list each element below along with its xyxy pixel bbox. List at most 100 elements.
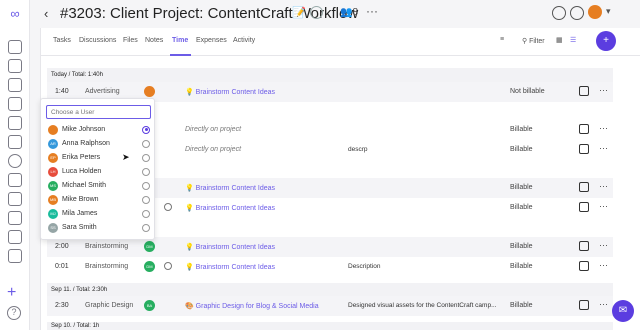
row-task[interactable]: 💡 Brainstorm Content Ideas xyxy=(185,184,275,192)
user-option[interactable]: MB Mike Brown xyxy=(46,193,151,207)
row-task[interactable]: 💡 Brainstorm Content Ideas xyxy=(185,263,275,271)
calendar-icon[interactable] xyxy=(579,144,589,154)
chat-icon[interactable]: ✉ xyxy=(612,300,634,322)
goals-icon[interactable] xyxy=(8,154,22,168)
app-logo-icon[interactable]: ∞ xyxy=(6,6,24,21)
more-icon[interactable]: ··· xyxy=(599,201,608,211)
row-task[interactable]: Directly on project xyxy=(185,146,241,153)
group-by-icon[interactable]: ≡ xyxy=(500,36,504,43)
avatar: SS xyxy=(48,223,58,233)
title-emoji: 📝 xyxy=(292,7,306,19)
calendar-icon[interactable] xyxy=(579,300,589,310)
avatar[interactable] xyxy=(588,5,602,19)
grid-view-icon[interactable]: ▦ xyxy=(556,36,563,44)
row-billable: Billable xyxy=(510,184,533,191)
radio-selected[interactable] xyxy=(142,125,150,134)
clipboard-icon[interactable] xyxy=(8,211,22,225)
reports-icon[interactable] xyxy=(8,135,22,149)
row-billable: Billable xyxy=(510,302,533,309)
row-duration: 0:01 xyxy=(55,263,69,270)
search-icon[interactable] xyxy=(570,6,584,20)
add-time-button[interactable]: + xyxy=(596,31,616,51)
tasks-icon[interactable] xyxy=(8,78,22,92)
row-description: descrp xyxy=(348,146,368,153)
more-icon[interactable]: ··· xyxy=(599,143,608,153)
user-option[interactable]: SS Sara Smith xyxy=(46,221,151,235)
calendar-icon[interactable] xyxy=(579,202,589,212)
radio[interactable] xyxy=(142,209,150,218)
user-search-input[interactable] xyxy=(46,105,151,119)
more-icon[interactable]: ··· xyxy=(599,85,608,95)
row-task[interactable]: 💡 Brainstorm Content Ideas xyxy=(185,204,275,212)
row-billable: Not billable xyxy=(510,88,545,95)
radio[interactable] xyxy=(142,167,150,176)
row-task[interactable]: 💡 Brainstorm Content Ideas xyxy=(185,243,275,251)
dashboard-icon[interactable] xyxy=(8,40,22,54)
table-row[interactable]: 2:00 Brainstorming DM 💡 Brainstorm Conte… xyxy=(47,237,613,257)
user-option[interactable]: MJ Mila James xyxy=(46,207,151,221)
tab-time[interactable]: Time xyxy=(172,37,188,44)
table-row[interactable]: 2:30 Graphic Design BA 🎨 Graphic Design … xyxy=(47,296,613,316)
add-icon[interactable]: + xyxy=(7,285,16,301)
timer-icon xyxy=(164,262,172,270)
calendar-nav-icon[interactable] xyxy=(8,97,22,111)
back-icon[interactable]: ‹ xyxy=(44,6,48,21)
tab-activity[interactable]: Activity xyxy=(233,37,255,44)
timer-icon[interactable] xyxy=(552,6,566,20)
calendar-icon[interactable] xyxy=(579,241,589,251)
user-option[interactable]: AR Anna Ralphson xyxy=(46,137,151,151)
row-activity: Brainstorming xyxy=(85,263,129,270)
calendar-icon[interactable] xyxy=(579,182,589,192)
user-option[interactable]: MS Michael Smith xyxy=(46,179,151,193)
filter-button[interactable]: ⚲ Filter xyxy=(522,37,545,45)
radio[interactable] xyxy=(142,223,150,232)
calendar-icon[interactable] xyxy=(579,86,589,96)
more-icon[interactable]: ··· xyxy=(599,240,608,250)
calendar-icon[interactable] xyxy=(579,124,589,134)
more-icon[interactable]: ··· xyxy=(599,123,608,133)
time-icon[interactable] xyxy=(8,192,22,206)
layers-icon[interactable] xyxy=(8,173,22,187)
task-label: Brainstorm Content Ideas xyxy=(195,264,276,271)
more-icon[interactable]: ··· xyxy=(599,260,608,270)
invoice-icon[interactable] xyxy=(8,230,22,244)
chevron-down-icon[interactable]: ▾ xyxy=(606,6,611,17)
row-billable: Billable xyxy=(510,204,533,211)
more-icon[interactable]: ··· xyxy=(599,181,608,191)
user-option[interactable]: Mike Johnson xyxy=(46,123,151,137)
help-icon[interactable]: ? xyxy=(7,306,21,320)
radio[interactable] xyxy=(142,139,150,148)
tab-files[interactable]: Files xyxy=(123,37,138,44)
more-icon[interactable]: ··· xyxy=(366,4,378,18)
people-icon[interactable] xyxy=(8,116,22,130)
mouse-cursor-icon: ➤ xyxy=(122,152,130,162)
row-task[interactable]: 💡 Brainstorm Content Ideas xyxy=(185,88,275,96)
radio[interactable] xyxy=(142,195,150,204)
avatar: EP xyxy=(48,153,58,163)
more-icon[interactable]: ··· xyxy=(599,299,608,309)
list-view-icon[interactable]: ☰ xyxy=(570,36,576,44)
trash-icon[interactable] xyxy=(8,249,22,263)
row-activity: Advertising xyxy=(85,88,120,95)
row-billable: Billable xyxy=(510,126,533,133)
row-task[interactable]: Directly on project xyxy=(185,126,241,133)
tab-tasks[interactable]: Tasks xyxy=(53,37,71,44)
row-billable: Billable xyxy=(510,146,533,153)
avatar: LH xyxy=(48,167,58,177)
tab-expenses[interactable]: Expenses xyxy=(196,37,227,44)
task-emoji: 💡 xyxy=(185,89,194,96)
user-option[interactable]: LH Luca Holden xyxy=(46,165,151,179)
user-option[interactable]: EP Erika Peters xyxy=(46,151,151,165)
radio[interactable] xyxy=(142,153,150,162)
members-count[interactable]: 👥8 xyxy=(340,7,358,18)
table-row[interactable]: 0:01 Brainstorming DM 💡 Brainstorm Conte… xyxy=(47,257,613,277)
task-label: Brainstorm Content Ideas xyxy=(195,185,276,192)
radio[interactable] xyxy=(142,181,150,190)
status-icon[interactable] xyxy=(310,6,323,19)
avatar: MS xyxy=(48,181,58,191)
calendar-icon[interactable] xyxy=(579,261,589,271)
projects-icon[interactable] xyxy=(8,59,22,73)
tab-discussions[interactable]: Discussions xyxy=(79,37,116,44)
tab-notes[interactable]: Notes xyxy=(145,37,163,44)
row-task[interactable]: 🎨 Graphic Design for Blog & Social Media xyxy=(185,302,319,310)
